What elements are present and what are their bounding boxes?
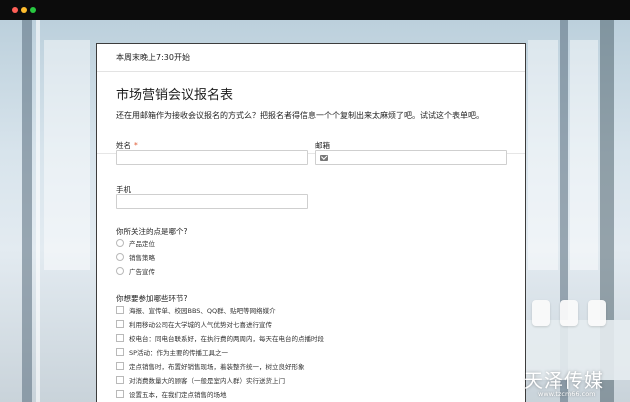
checkbox[interactable] bbox=[116, 334, 124, 342]
activity-option[interactable]: SP活动：作为主要的传播工具之一 bbox=[116, 347, 228, 357]
radio-button[interactable] bbox=[116, 239, 124, 247]
form-title: 市场营销会议报名表 bbox=[116, 88, 234, 103]
browser-window: 本周末晚上7:30开始 市场营销会议报名表 还在用邮箱作为接收会议报名的方式么？… bbox=[0, 0, 630, 402]
focus-option-label: 销售策略 bbox=[129, 254, 155, 262]
activity-option-label: 设置五本，在我们定点销售的场地 bbox=[129, 391, 227, 399]
checkbox[interactable] bbox=[116, 390, 124, 398]
activity-option-label: 校电台：同电台联系好，在执行费的两周内，每天在电台的点播时段 bbox=[129, 335, 324, 343]
activity-option-label: 对消费数量大的顾客（一般是室内人群）实行送货上门 bbox=[129, 377, 285, 385]
focus-option[interactable]: 产品定位 bbox=[116, 238, 155, 248]
window-titlebar bbox=[0, 0, 630, 20]
focus-option[interactable]: 广告宣传 bbox=[116, 266, 155, 276]
activity-option[interactable]: 校电台：同电台联系好，在执行费的两周内，每天在电台的点播时段 bbox=[116, 333, 324, 343]
activity-option[interactable]: 定点销售时，布置好销售现场，着装整齐统一，树立良好形象 bbox=[116, 361, 305, 371]
checkbox[interactable] bbox=[116, 376, 124, 384]
required-mark: * bbox=[134, 141, 138, 150]
form-header: 市场营销会议报名表 还在用邮箱作为接收会议报名的方式么？把报名者得信息一个个复制… bbox=[97, 72, 525, 154]
close-window-button[interactable] bbox=[12, 7, 18, 13]
radio-button[interactable] bbox=[116, 267, 124, 275]
focus-question: 你所关注的点是哪个? bbox=[116, 227, 188, 236]
watermark-brand: 天泽传媒 bbox=[524, 370, 605, 392]
schedule-bar: 本周末晚上7:30开始 bbox=[97, 44, 525, 72]
focus-option[interactable]: 销售策略 bbox=[116, 252, 155, 262]
focus-option-label: 广告宣传 bbox=[129, 268, 155, 276]
phone-input[interactable] bbox=[116, 194, 308, 209]
name-label-text: 姓名 bbox=[116, 141, 131, 150]
checkbox[interactable] bbox=[116, 348, 124, 356]
focus-option-label: 产品定位 bbox=[129, 240, 155, 248]
schedule-text: 本周末晚上7:30开始 bbox=[116, 53, 190, 62]
activity-option[interactable]: 海报、宣传单、校园BBS、QQ群、贴吧等网络媒介 bbox=[116, 305, 276, 315]
activity-option-label: 定点销售时，布置好销售现场，着装整齐统一，树立良好形象 bbox=[129, 363, 305, 371]
checkbox[interactable] bbox=[116, 306, 124, 314]
activity-option[interactable]: 利用移动公司在大学城的人气优势对七喜进行宣传 bbox=[116, 319, 272, 329]
maximize-window-button[interactable] bbox=[30, 7, 36, 13]
watermark-url: www.tzcm66.com bbox=[538, 390, 596, 398]
activity-option[interactable]: 设置五本，在我们定点销售的场地 bbox=[116, 389, 227, 399]
mail-icon bbox=[320, 155, 328, 161]
brand-watermark: 天泽传媒 www.tzcm66.com bbox=[522, 366, 630, 402]
form-description: 还在用邮箱作为接收会议报名的方式么？把报名者得信息一个个复制出来太麻烦了吧。试试… bbox=[116, 111, 484, 120]
name-input[interactable] bbox=[116, 150, 308, 165]
activity-question: 你想要参加哪些环节? bbox=[116, 294, 188, 303]
signup-form-card: 本周末晚上7:30开始 市场营销会议报名表 还在用邮箱作为接收会议报名的方式么？… bbox=[96, 43, 526, 402]
activity-option-label: 海报、宣传单、校园BBS、QQ群、贴吧等网络媒介 bbox=[129, 307, 276, 315]
activity-option[interactable]: 对消费数量大的顾客（一般是室内人群）实行送货上门 bbox=[116, 375, 285, 385]
checkbox[interactable] bbox=[116, 362, 124, 370]
minimize-window-button[interactable] bbox=[21, 7, 27, 13]
activity-option-label: SP活动：作为主要的传播工具之一 bbox=[129, 349, 229, 357]
email-input[interactable] bbox=[315, 150, 507, 165]
activity-option-label: 利用移动公司在大学城的人气优势对七喜进行宣传 bbox=[129, 321, 272, 329]
radio-button[interactable] bbox=[116, 253, 124, 261]
checkbox[interactable] bbox=[116, 320, 124, 328]
